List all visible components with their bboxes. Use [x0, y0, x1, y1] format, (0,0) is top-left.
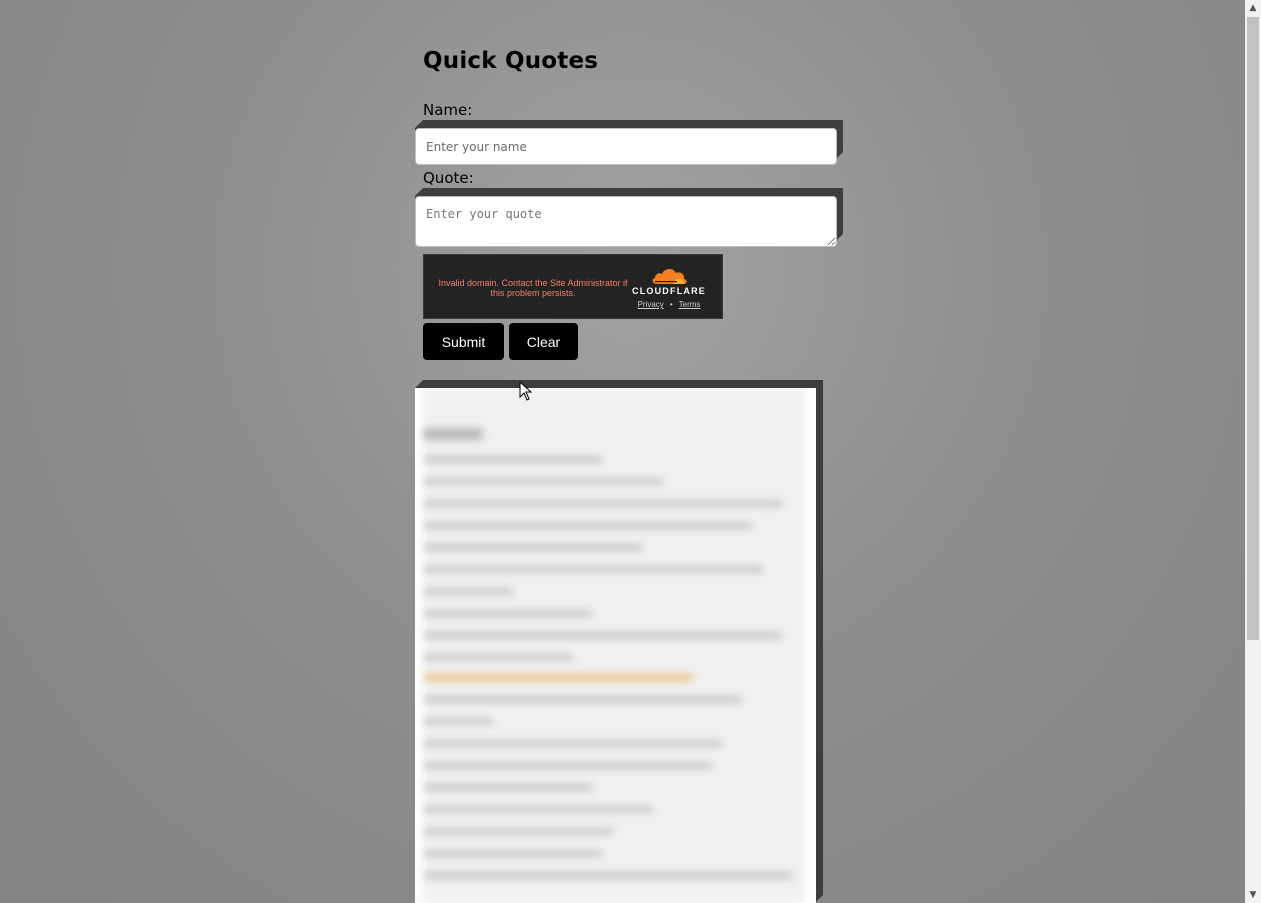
chevron-down-icon[interactable]: ▼ — [1245, 887, 1261, 903]
blurred-line — [423, 828, 613, 835]
mouse-cursor-icon — [519, 381, 533, 401]
submit-button[interactable]: Submit — [423, 323, 504, 360]
page: Quick Quotes Name: Quote: Invalid domain… — [0, 0, 1245, 903]
quote-label: Quote: — [423, 169, 474, 187]
blurred-line — [423, 696, 743, 703]
quotes-blurred-content — [423, 388, 805, 903]
blurred-highlight — [423, 674, 693, 681]
link-separator: • — [669, 300, 673, 309]
name-label: Name: — [423, 101, 473, 119]
blurred-line — [423, 566, 763, 573]
cloudflare-logo: CLOUDFLARE Privacy • Terms — [629, 266, 709, 309]
clear-button[interactable]: Clear — [509, 323, 578, 360]
vertical-scrollbar[interactable]: ▲ ▼ — [1245, 0, 1261, 903]
blurred-line — [423, 654, 573, 661]
blurred-line — [423, 456, 603, 463]
turnstile-error-message: Invalid domain. Contact the Site Adminis… — [438, 278, 628, 298]
blurred-line — [423, 544, 643, 551]
blurred-line — [423, 478, 663, 485]
blurred-line — [423, 740, 723, 747]
blurred-line — [423, 762, 713, 769]
page-title: Quick Quotes — [423, 48, 599, 74]
quotes-panel — [415, 388, 816, 903]
terms-link[interactable]: Terms — [679, 300, 701, 309]
turnstile-links: Privacy • Terms — [629, 300, 709, 309]
quote-textarea[interactable] — [415, 196, 837, 247]
chevron-up-icon[interactable]: ▲ — [1245, 0, 1261, 16]
blurred-line — [423, 522, 753, 529]
blurred-line — [423, 850, 603, 857]
cloudflare-turnstile-widget: Invalid domain. Contact the Site Adminis… — [423, 254, 723, 319]
blurred-line — [423, 718, 493, 725]
blurred-line — [423, 610, 593, 617]
privacy-link[interactable]: Privacy — [638, 300, 664, 309]
blurred-line — [423, 632, 783, 639]
blurred-line — [423, 500, 783, 507]
cloudflare-wordmark: CLOUDFLARE — [632, 286, 706, 296]
blurred-line — [423, 588, 513, 595]
scrollbar-thumb[interactable] — [1247, 17, 1259, 640]
cloudflare-cloud-icon — [652, 268, 687, 284]
blurred-line — [423, 872, 793, 879]
blurred-line — [423, 784, 593, 791]
name-input[interactable] — [415, 128, 837, 165]
blurred-heading — [423, 428, 483, 440]
blurred-line — [423, 806, 653, 813]
